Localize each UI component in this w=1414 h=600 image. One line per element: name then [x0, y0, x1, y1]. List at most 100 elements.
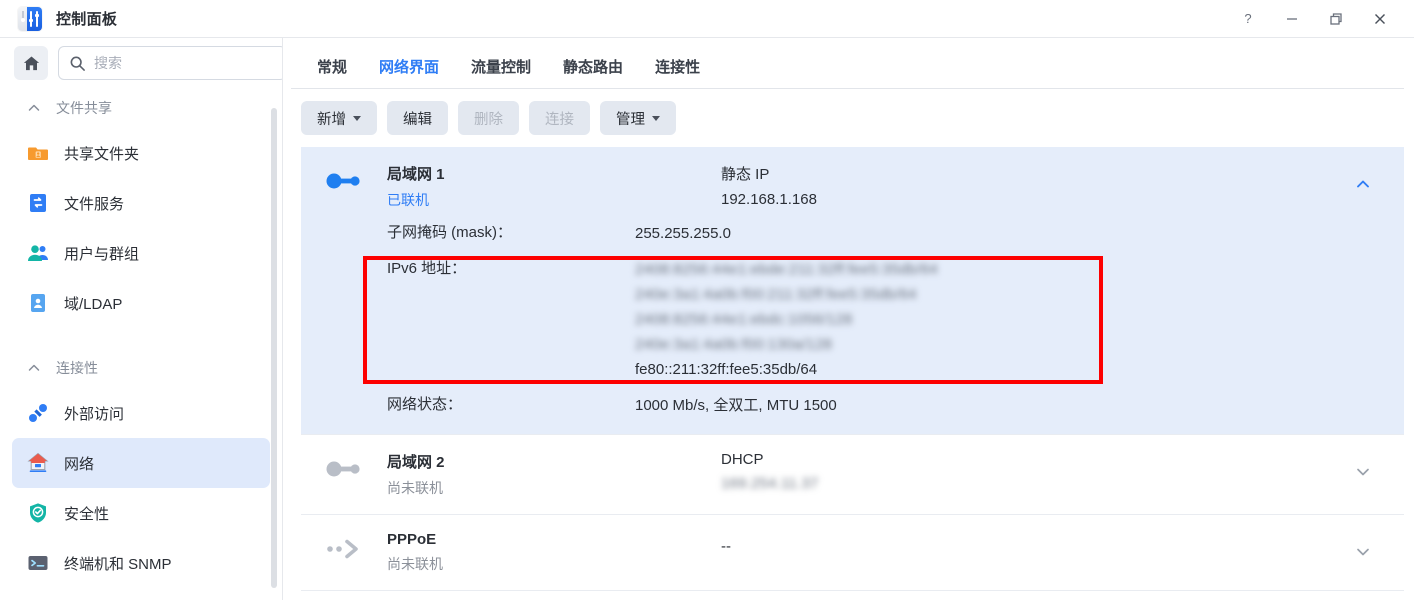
sidebar-group-connectivity[interactable]: 连接性	[0, 348, 282, 388]
sidebar-item-domain-ldap[interactable]: 域/LDAP	[12, 278, 270, 328]
security-icon	[30, 503, 46, 523]
detail-label: 网络状态：	[387, 396, 463, 413]
tab-bar: 常规 网络界面 流量控制 静态路由 连接性	[283, 38, 1414, 89]
sidebar-scroll-area: 文件共享 共享文件夹 文件服务 用户与群组 域/LDAP 连接性 外部访问 网络…	[0, 88, 282, 600]
sidebar-group-file-sharing[interactable]: 文件共享	[0, 88, 282, 128]
tab-underline	[291, 88, 1404, 89]
chevron-down-icon	[1357, 468, 1369, 476]
expand-toggle[interactable]	[1354, 543, 1372, 566]
sidebar-item-users-groups[interactable]: 用户与群组	[12, 228, 270, 278]
sidebar-group-label: 连接性	[56, 360, 98, 376]
create-button[interactable]: 新增	[301, 101, 377, 135]
tab-static-route[interactable]: 静态路由	[547, 56, 639, 89]
control-panel-icon	[18, 6, 42, 31]
table-row[interactable]: 局域网 1 已联机 静态 IP 192.168.1.168 子网掩码 (mask…	[301, 147, 1404, 435]
sidebar-item-label: 网络	[64, 455, 95, 473]
chevron-up-icon	[28, 104, 40, 111]
window-controls: ?	[1226, 0, 1414, 38]
tab-label: 网络界面	[379, 59, 440, 76]
interface-name: 局域网 1	[387, 166, 445, 183]
home-icon	[23, 55, 39, 70]
external-access-icon	[29, 404, 47, 422]
minimize-button[interactable]	[1270, 0, 1314, 38]
interface-name: PPPoE	[387, 531, 437, 548]
lan-disconnected-icon	[301, 451, 387, 498]
ipv6-address: 2408:8256:44e1:ebde:211:32ff:fee5:35db/6…	[635, 261, 938, 278]
connect-button: 连接	[529, 101, 590, 135]
sidebar-item-network[interactable]: 网络	[12, 438, 270, 488]
tab-connectivity[interactable]: 连接性	[639, 56, 716, 89]
sidebar-scrollbar[interactable]	[271, 108, 277, 588]
shared-folder-icon	[28, 147, 48, 160]
sidebar-item-security[interactable]: 安全性	[12, 488, 270, 538]
detail-network-status: 网络状态： 1000 Mb/s, 全双工, MTU 1500	[301, 382, 1404, 434]
close-button[interactable]	[1358, 0, 1402, 38]
sidebar-item-label: 终端机和 SNMP	[64, 555, 172, 573]
sidebar-item-label: 安全性	[64, 505, 110, 523]
tab-traffic-control[interactable]: 流量控制	[455, 56, 547, 89]
restore-button[interactable]	[1314, 0, 1358, 38]
create-button-label: 新增	[317, 111, 346, 128]
sidebar-item-label: 外部访问	[64, 405, 125, 423]
sidebar-item-file-service[interactable]: 文件服务	[12, 178, 270, 228]
detail-label: 子网掩码 (mask)：	[387, 224, 512, 241]
tab-general[interactable]: 常规	[301, 56, 363, 89]
ipv6-address: fe80::211:32ff:fee5:35db/64	[635, 361, 818, 378]
interface-ip: --	[721, 538, 731, 555]
interface-status: 尚未联机	[387, 556, 443, 572]
ipv6-address: 240e:3a1:4a0b:f00:130a/128	[635, 336, 833, 353]
interface-status: 尚未联机	[387, 480, 443, 496]
users-groups-icon	[28, 245, 48, 261]
expand-toggle[interactable]	[1354, 463, 1372, 486]
sidebar-item-terminal-snmp[interactable]: 终端机和 SNMP	[12, 538, 270, 588]
manage-button-label: 管理	[616, 111, 645, 128]
help-button[interactable]: ?	[1226, 0, 1270, 38]
sidebar-item-external-access[interactable]: 外部访问	[12, 388, 270, 438]
main-content: 常规 网络界面 流量控制 静态路由 连接性 新增 编辑 删除 连接 管理 局域网…	[283, 38, 1414, 600]
window-title: 控制面板	[56, 11, 118, 28]
delete-button: 删除	[458, 101, 519, 135]
file-service-icon	[30, 194, 46, 212]
detail-value: 255.255.255.0	[635, 225, 731, 242]
chevron-down-icon	[1357, 548, 1369, 556]
interface-name: 局域网 2	[387, 454, 445, 471]
detail-ipv6-address: IPv6 地址： 2408:8256:44e1:ebde:211:32ff:fe…	[301, 246, 1404, 382]
sidebar-search-row	[0, 38, 282, 88]
detail-value: 1000 Mb/s, 全双工, MTU 1500	[635, 397, 837, 414]
sidebar-item-label: 文件服务	[64, 195, 125, 213]
chevron-up-icon	[28, 364, 40, 371]
table-row[interactable]: PPPoE 尚未联机 --	[301, 515, 1404, 591]
toolbar: 新增 编辑 删除 连接 管理	[283, 89, 1414, 147]
interface-mode: DHCP	[721, 451, 764, 468]
control-panel-window: 控制面板 ? 搜索 文件共享 共享文件夹 文件服务 用户与群组 域/LDAP 连…	[0, 0, 1414, 600]
sidebar-item-shared-folder[interactable]: 共享文件夹	[12, 128, 270, 178]
connect-button-label: 连接	[545, 111, 574, 128]
sidebar-group-label: 文件共享	[56, 100, 112, 116]
home-button[interactable]	[14, 46, 48, 80]
interface-status: 已联机	[387, 192, 429, 208]
ipv6-address: 2408:8256:44e1:ebdc:1056/128	[635, 311, 853, 328]
interface-ip: 192.168.1.168	[721, 191, 817, 208]
collapse-toggle[interactable]	[1354, 175, 1372, 198]
network-icon	[27, 452, 49, 473]
manage-button[interactable]: 管理	[600, 101, 676, 135]
chevron-down-icon	[353, 115, 361, 121]
search-input-wrapper[interactable]	[58, 46, 282, 80]
sidebar: 文件共享 共享文件夹 文件服务	[0, 38, 283, 600]
edit-button-label: 编辑	[403, 111, 432, 128]
search-input[interactable]	[94, 55, 275, 71]
sidebar-item-label: 共享文件夹	[64, 145, 140, 163]
chevron-down-icon	[652, 115, 660, 121]
delete-button-label: 删除	[474, 111, 503, 128]
title-bar: 控制面板 ?	[0, 0, 1414, 38]
table-row[interactable]: 局域网 2 尚未联机 DHCP 169.254.11.37	[301, 435, 1404, 515]
sidebar-item-label: 用户与群组	[64, 245, 140, 263]
svg-text:?: ?	[1244, 11, 1251, 26]
pppoe-icon	[301, 531, 387, 574]
domain-ldap-icon	[31, 294, 45, 312]
search-icon	[70, 56, 85, 71]
interface-list: 局域网 1 已联机 静态 IP 192.168.1.168 子网掩码 (mask…	[301, 147, 1404, 591]
ipv6-address: 240e:3a1:4a0b:f00:211:32ff:fee5:35db/64	[635, 286, 917, 303]
edit-button[interactable]: 编辑	[387, 101, 448, 135]
tab-network-interface[interactable]: 网络界面	[363, 56, 455, 89]
